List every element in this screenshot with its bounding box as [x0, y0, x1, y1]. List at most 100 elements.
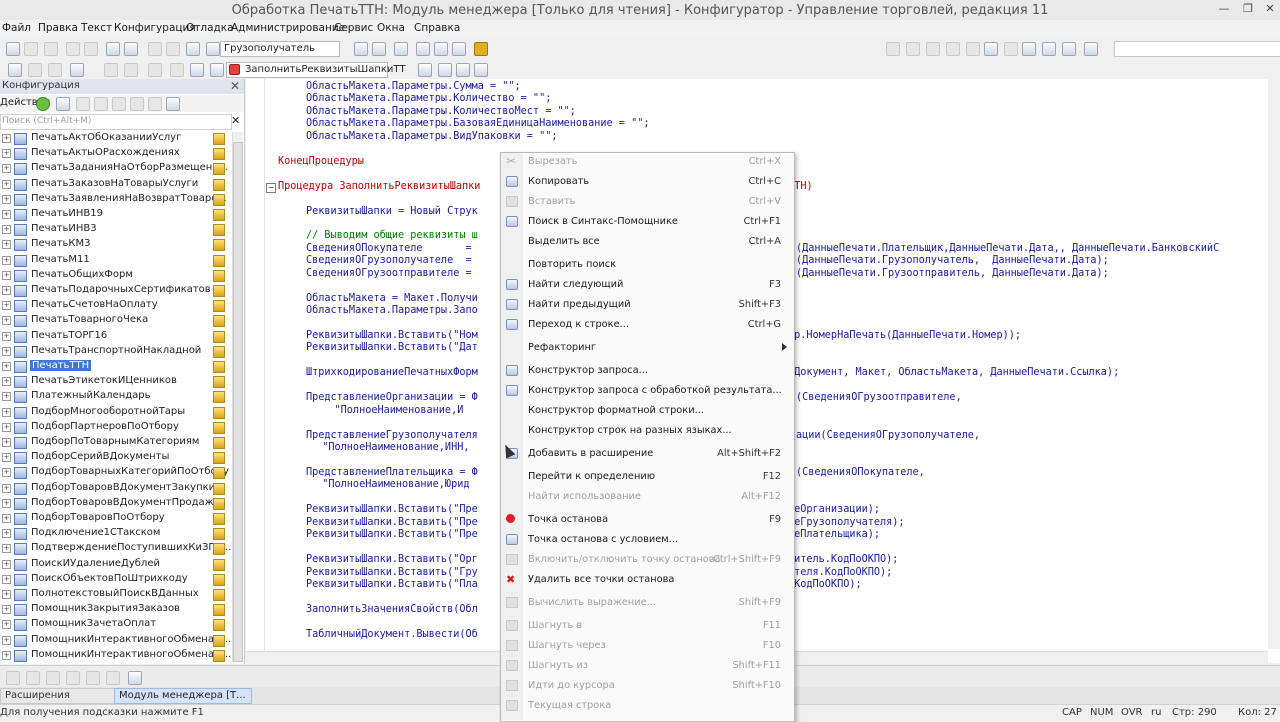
bottom-6-icon[interactable]: [106, 671, 120, 685]
paste-tb-icon[interactable]: [84, 42, 98, 56]
menu-edit[interactable]: Правка: [38, 22, 78, 34]
print-icon[interactable]: [106, 42, 120, 56]
tree-item[interactable]: + ПодборПоТоварнымКатегориям: [0, 435, 228, 450]
tree-item[interactable]: + ПечатьИНВ3: [0, 222, 228, 237]
menu-file[interactable]: Файл: [2, 22, 31, 34]
expand-icon[interactable]: +: [2, 164, 11, 174]
context-menu-item[interactable]: Шагнуть в F11: [501, 617, 793, 635]
replace-icon[interactable]: [394, 42, 408, 56]
procedure-select[interactable]: ЗаполнитьРеквизитыШапкиТТ: [226, 62, 406, 78]
syntax-tb-icon[interactable]: [416, 42, 430, 56]
undo-icon[interactable]: [148, 42, 162, 56]
tb2-13-icon[interactable]: [456, 63, 470, 77]
tb2-10-icon[interactable]: [210, 63, 224, 77]
menu-text[interactable]: Текст: [81, 22, 112, 34]
filter-icon[interactable]: [166, 97, 180, 111]
tb2-12-icon[interactable]: [438, 63, 452, 77]
expand-icon[interactable]: +: [2, 544, 11, 554]
expand-icon[interactable]: +: [2, 605, 11, 615]
menu-administration[interactable]: Администрирование: [231, 22, 345, 34]
expand-icon[interactable]: +: [2, 514, 11, 523]
bottom-4-icon[interactable]: [66, 671, 80, 685]
context-menu-item[interactable]: Поиск в Синтакс-Помощнике Ctrl+F1: [501, 213, 793, 231]
tb-right-10-icon[interactable]: [1062, 42, 1076, 56]
search-icon[interactable]: [206, 42, 220, 56]
indent-icon[interactable]: [8, 63, 22, 77]
context-menu-item[interactable]: Шагнуть из Shift+F11: [501, 657, 793, 675]
tb-right-4-icon[interactable]: [946, 42, 960, 56]
tree-item[interactable]: + Подключение1СТакском: [0, 526, 228, 541]
tb2-7-icon[interactable]: [148, 63, 162, 77]
maximize-icon[interactable]: ❐: [1236, 2, 1260, 16]
expand-icon[interactable]: +: [2, 468, 11, 478]
tree-item[interactable]: + ПодборТоваровВДокументПродажи: [0, 496, 228, 511]
context-menu-item[interactable]: Конструктор форматной строки...: [501, 402, 793, 420]
cut-icon[interactable]: [66, 42, 80, 56]
tree-item[interactable]: + ПечатьЗаявленияНаВозвратТоваро...: [0, 192, 228, 207]
tree-item[interactable]: + ПечатьКМ3: [0, 237, 228, 252]
code-vertical-scrollbar[interactable]: [1268, 79, 1280, 649]
tb-right-3-icon[interactable]: [926, 42, 940, 56]
tree-item[interactable]: + ПечатьАктОбОказанииУслуг: [0, 131, 228, 146]
expand-icon[interactable]: +: [2, 270, 11, 280]
redo-icon[interactable]: [166, 42, 180, 56]
expand-icon[interactable]: +: [2, 635, 11, 645]
bottom-1-icon[interactable]: [6, 671, 20, 685]
expand-icon[interactable]: +: [2, 453, 11, 463]
expand-icon[interactable]: +: [2, 149, 11, 159]
expand-icon[interactable]: +: [2, 316, 11, 326]
menu-configuration[interactable]: Конфигурация: [114, 22, 196, 34]
tree-item[interactable]: + ПодборМногооборотнойТары: [0, 405, 228, 420]
context-menu-item[interactable]: Точка останова F9: [501, 511, 793, 529]
tree-item[interactable]: + ПечатьАктыОРасхождениях: [0, 146, 228, 161]
context-menu-item[interactable]: Перейти к определению F12: [501, 468, 793, 486]
tree-item[interactable]: + ПечатьТОРГ16: [0, 329, 228, 344]
tree-item[interactable]: + ПечатьОбщихФорм: [0, 268, 228, 283]
find-icon[interactable]: [186, 42, 200, 56]
delete-icon[interactable]: [94, 97, 108, 111]
find-next-tb-icon[interactable]: [354, 42, 368, 56]
bottom-3-icon[interactable]: [46, 671, 60, 685]
menu-windows[interactable]: Окна: [377, 22, 405, 34]
tree-item[interactable]: + ПодборТоваровПоОтбору: [0, 511, 228, 526]
collapse-icon[interactable]: −: [266, 183, 276, 193]
context-menu-item[interactable]: Идти до курсора Shift+F10: [501, 677, 793, 695]
context-menu-item[interactable]: Копировать Ctrl+C: [501, 173, 793, 191]
tree-item[interactable]: + ПечатьМ11: [0, 253, 228, 268]
move-up-icon[interactable]: [112, 97, 126, 111]
expand-icon[interactable]: +: [2, 392, 11, 402]
tree-item[interactable]: + ПоискИУдалениеДублей: [0, 557, 228, 572]
tree-item[interactable]: + ПолнотекстовыйПоискВДанных: [0, 587, 228, 602]
tree-scrollbar-thumb[interactable]: [233, 142, 243, 662]
tb-right-2-icon[interactable]: [906, 42, 920, 56]
expand-icon[interactable]: +: [2, 574, 11, 584]
expand-icon[interactable]: +: [2, 134, 11, 143]
expand-icon[interactable]: +: [2, 377, 11, 387]
move-down-icon[interactable]: [130, 97, 144, 111]
expand-icon[interactable]: +: [2, 650, 11, 660]
bottom-2-icon[interactable]: [26, 671, 40, 685]
add-icon[interactable]: [36, 97, 50, 111]
tb-right-6-icon[interactable]: [984, 42, 998, 56]
tb-right-9-icon[interactable]: [1042, 42, 1056, 56]
bottom-7-icon[interactable]: [128, 671, 142, 685]
tree-item[interactable]: + ПомощникИнтерактивногоОбменаД...: [0, 633, 231, 648]
expand-icon[interactable]: +: [2, 407, 11, 417]
sort-icon[interactable]: [148, 97, 162, 111]
bottom-5-icon[interactable]: [86, 671, 100, 685]
tree-item[interactable]: + ПодборПартнеровПоОтбору: [0, 420, 228, 435]
clear-search-icon[interactable]: ✕: [231, 114, 240, 127]
context-menu-item[interactable]: Добавить в расширение Alt+Shift+F2: [501, 445, 793, 463]
expand-icon[interactable]: +: [2, 210, 11, 219]
context-menu-item[interactable]: Найти использование Alt+F12: [501, 488, 793, 506]
tree-search-input[interactable]: Поиск (Ctrl+Alt+M): [0, 114, 232, 130]
tb2-11-icon[interactable]: [418, 63, 432, 77]
close-window-icon[interactable]: ✕: [1258, 2, 1280, 16]
tb2-8-icon[interactable]: [170, 63, 184, 77]
tree-item[interactable]: + ПодборСерийВДокументы: [0, 450, 228, 465]
expand-icon[interactable]: +: [2, 498, 11, 508]
expand-icon[interactable]: +: [2, 225, 11, 235]
tree-item[interactable]: + ПлатежныйКалендарь: [0, 389, 228, 404]
tb2-9-icon[interactable]: [190, 63, 204, 77]
expand-icon[interactable]: +: [2, 483, 11, 493]
